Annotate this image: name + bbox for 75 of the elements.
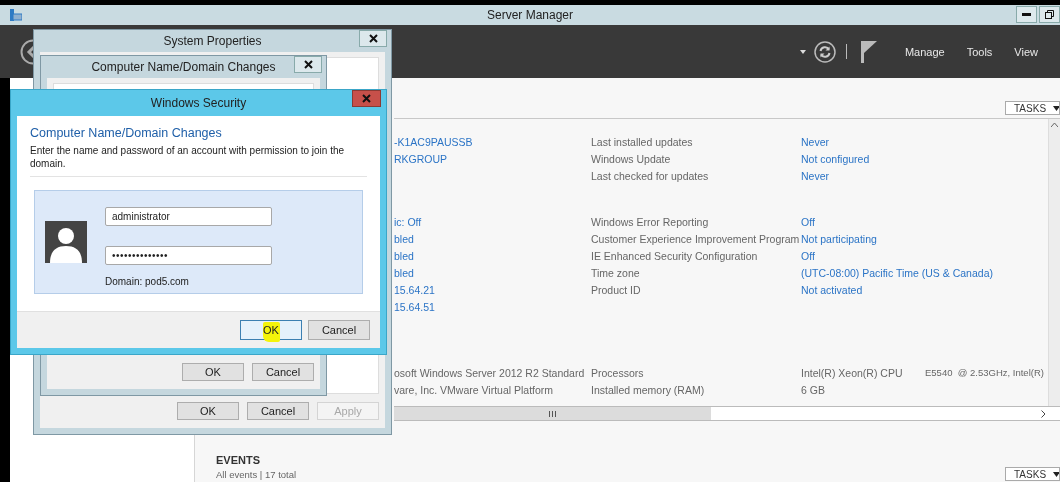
close-icon: [303, 60, 313, 69]
property-link[interactable]: Off: [801, 249, 815, 262]
property-link[interactable]: RKGROUP: [394, 152, 448, 165]
property-label: Windows Update: [591, 152, 671, 165]
property-link[interactable]: bled: [394, 249, 414, 262]
dialog-button[interactable]: Cancel: [247, 402, 309, 420]
property-value: osoft Windows Server 2012 R2 Standard: [394, 366, 585, 379]
flag-icon[interactable]: [860, 40, 877, 63]
dialog-button[interactable]: Cancel: [252, 363, 314, 381]
user-avatar-icon: [45, 221, 87, 263]
caret-icon[interactable]: [799, 49, 806, 54]
property-label: IE Enhanced Security Configuration: [591, 249, 758, 262]
property-label: Windows Error Reporting: [591, 215, 709, 228]
dialog-heading: Computer Name/Domain Changes: [30, 126, 223, 140]
restore-button[interactable]: [1039, 6, 1060, 23]
minimize-icon: [1022, 13, 1031, 16]
tasks-dropdown[interactable]: TASKS: [1005, 467, 1060, 481]
property-value: 6 GB: [801, 383, 825, 396]
chevron-up-icon[interactable]: [1051, 123, 1058, 127]
property-link[interactable]: Never: [801, 135, 829, 148]
dialog-button[interactable]: OK: [182, 363, 244, 381]
close-button[interactable]: [294, 56, 322, 73]
property-link[interactable]: bled: [394, 266, 414, 279]
scrollbar-thumb[interactable]: [394, 407, 711, 420]
caret-icon: [1053, 105, 1059, 111]
grip-icon: [549, 410, 556, 417]
menu-item[interactable]: Manage: [904, 45, 945, 58]
property-link[interactable]: Not configured: [801, 152, 870, 165]
property-label: Time zone: [591, 266, 640, 279]
menu-item[interactable]: Tools: [966, 45, 993, 58]
domain-label: Domain: pod5.com: [105, 276, 190, 287]
property-value: E5540 @ 2.53GHz, Intel(R): [925, 367, 1044, 378]
dialog-title: System Properties: [163, 33, 262, 48]
property-link[interactable]: Not participating: [801, 232, 877, 245]
property-link[interactable]: ic: Off: [394, 215, 422, 228]
property-label: Last checked for updates: [591, 169, 709, 182]
tasks-dropdown[interactable]: TASKS: [1005, 101, 1060, 115]
property-link[interactable]: bled: [394, 232, 414, 245]
property-label: Installed memory (RAM): [591, 383, 705, 396]
dialog-title: Windows Security: [150, 96, 247, 110]
password-field[interactable]: ••••••••••••••: [105, 246, 272, 265]
property-link[interactable]: 15.64.21: [394, 283, 435, 296]
property-link[interactable]: -K1AC9PAUSSB: [394, 135, 473, 148]
property-link[interactable]: Never: [801, 169, 829, 182]
property-value: vare, Inc. VMware Virtual Platform: [394, 383, 554, 396]
property-link[interactable]: Off: [801, 215, 815, 228]
property-value: Intel(R) Xeon(R) CPU: [801, 366, 903, 379]
dialog-button[interactable]: OK: [240, 320, 302, 340]
horizontal-scrollbar[interactable]: [394, 406, 1060, 421]
app-icon: [10, 9, 22, 21]
restore-icon: [1045, 10, 1054, 19]
dialog-title: Computer Name/Domain Changes: [91, 59, 276, 74]
refresh-button[interactable]: [813, 40, 836, 63]
section-title: EVENTS: [216, 454, 260, 466]
dialog-button[interactable]: Cancel: [308, 320, 370, 340]
dialog-button[interactable]: OK: [177, 402, 239, 420]
property-label: Product ID: [591, 283, 641, 296]
close-icon: [368, 34, 378, 43]
property-link[interactable]: 15.64.51: [394, 300, 435, 313]
menu-item[interactable]: View: [1014, 45, 1038, 58]
property-link[interactable]: (UTC-08:00) Pacific Time (US & Canada): [801, 266, 993, 279]
property-label: Last installed updates: [591, 135, 693, 148]
property-label: Processors: [591, 366, 644, 379]
close-button[interactable]: [359, 30, 387, 47]
vertical-scrollbar[interactable]: [1048, 119, 1060, 406]
caret-icon: [1053, 471, 1059, 477]
chevron-right-icon[interactable]: [1041, 409, 1046, 418]
window-title: Server Manager: [486, 8, 573, 22]
property-label: Customer Experience Improvement Program: [591, 232, 800, 245]
property-link[interactable]: Not activated: [801, 283, 863, 296]
dialog-description: Enter the name and password of an account with permission to join the domain.: [30, 144, 346, 170]
events-summary: All events | 17 total: [216, 469, 297, 480]
close-icon: [362, 94, 371, 103]
username-field[interactable]: administrator: [105, 207, 272, 226]
minimize-button[interactable]: [1016, 6, 1037, 23]
